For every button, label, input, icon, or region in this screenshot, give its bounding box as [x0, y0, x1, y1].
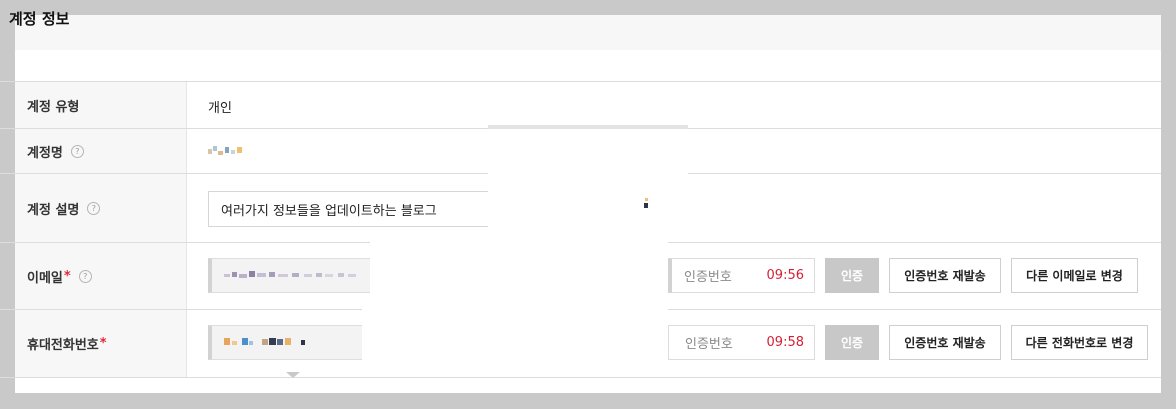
phone-timer: 09:58 [766, 335, 804, 350]
email-change-button[interactable]: 다른 이메일로 변경 [1011, 258, 1138, 293]
account-type-value: 개인 [208, 101, 232, 116]
overlay-panel-lower-2 [362, 309, 668, 360]
phone-change-button[interactable]: 다른 전화번호로 변경 [1011, 325, 1148, 360]
account-type-label-text: 계정 유형 [27, 100, 80, 115]
account-name-label: 계정명 ? [15, 129, 187, 174]
email-label-text: 이메일 [27, 271, 63, 286]
phone-label: 휴대전화번호 * [15, 310, 187, 377]
help-circle-icon[interactable]: ? [87, 202, 101, 215]
account-type-label: 계정 유형 [15, 82, 187, 129]
overlay-top-edge [488, 125, 688, 129]
overlay-artifact [645, 198, 648, 201]
overlay-artifact [644, 203, 648, 208]
phone-code-placeholder: 인증번호 [685, 337, 733, 352]
help-circle-icon[interactable]: ? [78, 270, 92, 283]
help-circle-icon[interactable]: ? [70, 145, 84, 158]
phone-label-text: 휴대전화번호 [27, 338, 99, 353]
email-resend-button[interactable]: 인증번호 재발송 [889, 258, 1001, 293]
email-timer: 09:56 [766, 268, 804, 283]
overlay-panel-lower [370, 242, 668, 296]
email-code-placeholder: 인증번호 [684, 270, 732, 285]
email-label: 이메일 * ? [15, 243, 187, 310]
required-mark: * [63, 269, 71, 284]
account-name-label-text: 계정명 [27, 146, 63, 161]
phone-code-input[interactable]: 인증번호 09:58 [668, 325, 815, 360]
phone-verify-button[interactable]: 인증 [825, 325, 879, 360]
chevron-down-icon [286, 372, 300, 378]
account-type-row: 계정 유형 개인 [0, 81, 1161, 129]
account-desc-label-text: 계정 설명 [27, 203, 80, 218]
section-title: 계정 정보 [9, 10, 70, 28]
account-desc-input-value: 여러가지 정보들을 업데이트하는 블로그 [221, 203, 437, 219]
required-mark: * [99, 336, 107, 351]
email-verify-button[interactable]: 인증 [825, 258, 879, 293]
phone-resend-button[interactable]: 인증번호 재발송 [889, 325, 1001, 360]
card-header-band [15, 15, 1161, 50]
email-code-input[interactable]: 인증번호 09:56 [668, 258, 815, 293]
account-desc-label: 계정 설명 ? [15, 174, 187, 243]
overlay-panel [488, 129, 688, 242]
